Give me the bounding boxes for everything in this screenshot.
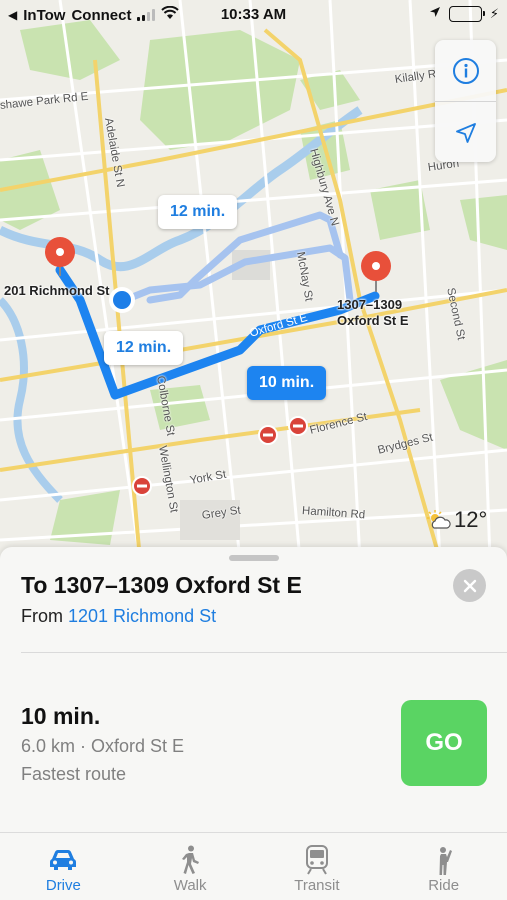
hail-icon: [432, 843, 456, 877]
map-controls: [435, 40, 496, 162]
charging-bolt-icon: ⚡: [489, 5, 499, 21]
weather-indicator: 12°: [426, 507, 487, 533]
route-callout-fastest[interactable]: 10 min.: [247, 366, 327, 400]
partly-cloudy-icon: [427, 510, 451, 529]
route-duration: 10 min.: [21, 703, 101, 729]
walker-icon: [179, 843, 201, 877]
tab-label: Transit: [294, 877, 340, 894]
transport-mode-tab-bar: Drive Walk Transit Ride: [0, 832, 507, 900]
divider: [21, 652, 507, 653]
tab-drive[interactable]: Drive: [0, 833, 127, 900]
battery-icon: [448, 5, 485, 22]
info-icon: [452, 57, 479, 84]
route-distance: 6.0 km · Oxford St E: [21, 736, 185, 756]
from-prefix: From: [21, 606, 63, 626]
status-bar: ◀ InTow Connect 10:33 AM ⚡: [0, 0, 507, 30]
close-button[interactable]: [453, 569, 486, 602]
train-icon: [305, 843, 329, 877]
route-callout-alt-2[interactable]: 12 min.: [104, 331, 184, 365]
destination-label-line1: 1307–1309: [337, 297, 403, 312]
temperature: 12°: [454, 507, 488, 532]
destination-pin[interactable]: [361, 251, 391, 292]
origin-row: From 1201 Richmond St: [21, 606, 216, 627]
map-canvas: [0, 0, 507, 560]
route-note: Fastest route: [21, 764, 127, 784]
navigation-arrow-icon: [455, 122, 476, 143]
tab-label: Ride: [428, 877, 460, 894]
go-button[interactable]: GO: [401, 700, 487, 786]
card-grabber[interactable]: [229, 555, 279, 561]
origin-label: 201 Richmond St: [4, 283, 110, 298]
info-button[interactable]: [435, 40, 496, 101]
car-icon: [48, 843, 78, 877]
tab-transit[interactable]: Transit: [254, 833, 381, 900]
tab-label: Drive: [45, 877, 81, 894]
tab-ride[interactable]: Ride: [380, 833, 507, 900]
close-icon: [463, 579, 476, 592]
route-callout-alt-1[interactable]: 12 min.: [158, 195, 238, 229]
tab-label: Walk: [173, 877, 207, 894]
track-location-button[interactable]: [435, 102, 496, 163]
origin-link[interactable]: 1201 Richmond St: [68, 606, 216, 626]
location-arrow-icon: [429, 5, 441, 22]
map-view[interactable]: shawe Park Rd E Adelaide St N Highbury A…: [0, 0, 507, 560]
destination-label-line2: Oxford St E: [337, 313, 409, 328]
origin-pin[interactable]: [45, 237, 75, 276]
tab-walk[interactable]: Walk: [127, 833, 254, 900]
destination-title: To 1307–1309 Oxford St E: [21, 572, 302, 598]
